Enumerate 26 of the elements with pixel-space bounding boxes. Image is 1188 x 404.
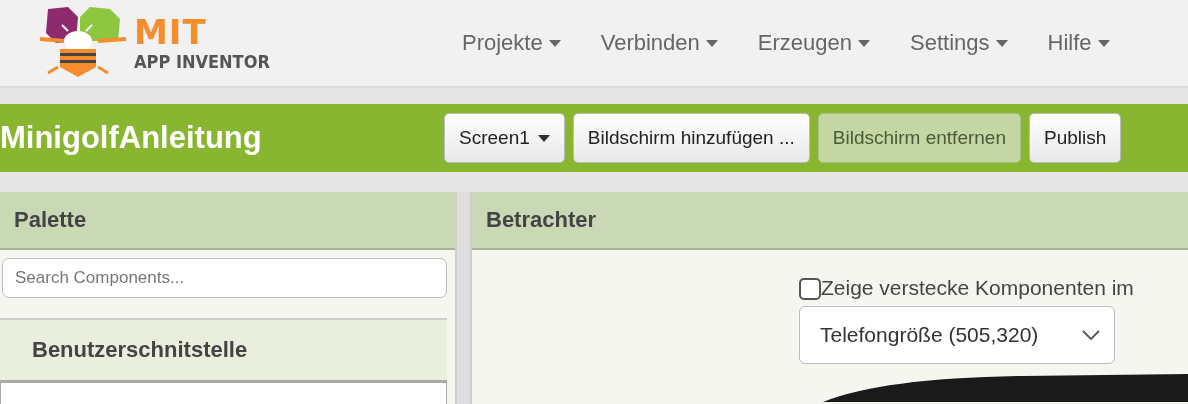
search-field[interactable]: Search Components... (2, 258, 447, 298)
nav-menu[interactable]: Hilfe (1047, 30, 1110, 56)
caret-icon (705, 39, 718, 47)
nav-menu[interactable]: Settings (910, 30, 1008, 56)
caret-icon (548, 39, 561, 47)
size-select[interactable]: Telefongröße (505,320) (799, 306, 1115, 364)
caret-icon (995, 39, 1008, 47)
viewer-title: Betrachter (472, 192, 1188, 250)
project-title: MinigolfAnleitung (0, 120, 263, 156)
caret-icon (1097, 39, 1110, 47)
toolbar-button[interactable]: Publish (1029, 113, 1122, 163)
palette-title: Palette (0, 192, 455, 250)
toolbar-button[interactable]: Bildschirm hinzufügen ... (572, 113, 810, 163)
chevron-down-icon (1082, 330, 1100, 340)
logo-title: MIT (134, 15, 208, 49)
checkbox[interactable] (799, 278, 821, 300)
logo-subtitle: APP INVENTOR (134, 53, 270, 71)
category-title: Benutzerschnitstelle (32, 337, 248, 363)
nav-menu[interactable]: Erzeugen (757, 30, 870, 56)
caret-icon (858, 39, 870, 47)
category-header[interactable]: Benutzerschnitstelle (0, 318, 447, 382)
checkbox-label: Zeige verstecke Komponenten im (821, 276, 1134, 300)
caret-icon (537, 134, 550, 142)
nav-menu[interactable]: Projekte (462, 30, 561, 56)
nav-menu[interactable]: Verbinden (600, 30, 718, 56)
screen-dropdown[interactable]: Screen1 (444, 113, 565, 163)
